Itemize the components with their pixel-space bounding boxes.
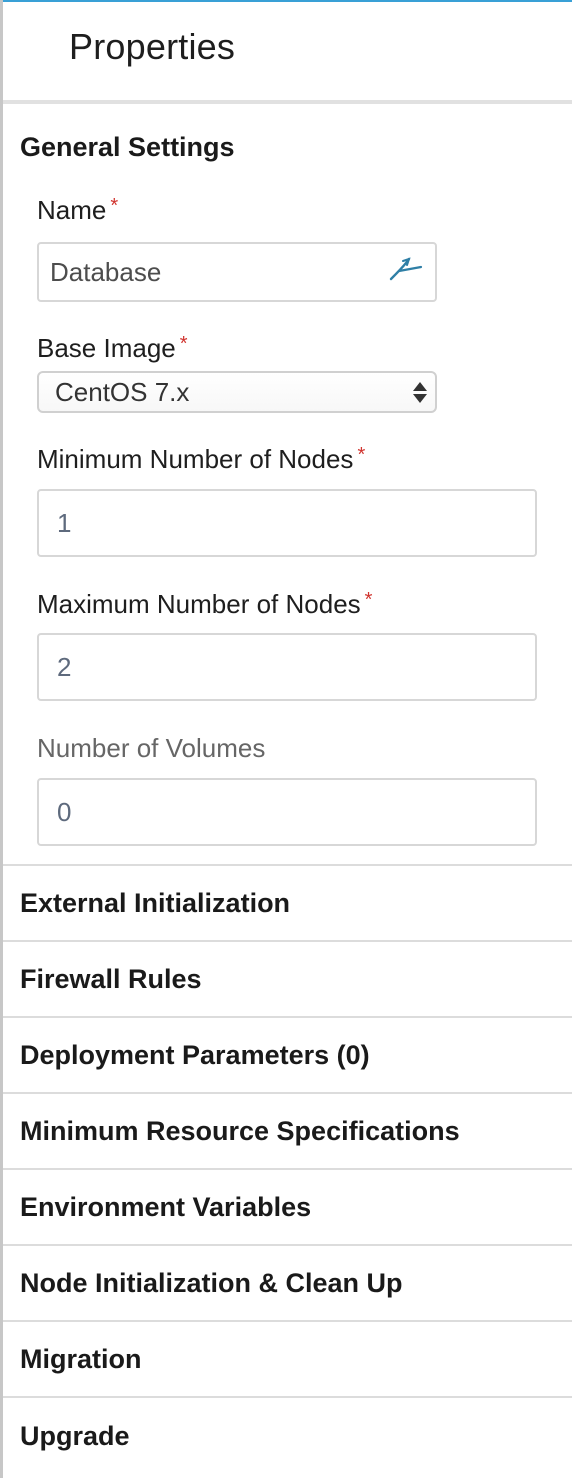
panel-title: Properties bbox=[69, 26, 236, 67]
top-accent-bar bbox=[3, 0, 572, 2]
select-arrows-icon bbox=[413, 381, 427, 403]
section-general-settings: General Settings Name * Database Base Ima… bbox=[3, 104, 572, 866]
section-upgrade[interactable]: Upgrade bbox=[3, 1398, 572, 1474]
properties-panel: Properties General Settings Name * Databa… bbox=[0, 0, 572, 1478]
section-header-environment-variables: Environment Variables bbox=[20, 1191, 312, 1222]
max-nodes-label: Maximum Number of Nodes * bbox=[37, 587, 572, 621]
volumes-input[interactable]: 0 bbox=[37, 778, 537, 846]
volumes-label: Number of Volumes bbox=[37, 731, 572, 765]
section-header-external-initialization: External Initialization bbox=[20, 887, 291, 918]
panel-header: Properties bbox=[3, 0, 572, 104]
general-settings-form: Name* Database Base Image* CentOS 7.x bbox=[3, 193, 572, 846]
section-node-initialization-clean-up[interactable]: Node Initialization & Clean Up bbox=[3, 1246, 572, 1322]
section-deployment-parameters[interactable]: Deployment Parameters (0) bbox=[3, 1018, 572, 1094]
max-nodes-input[interactable]: 2 bbox=[37, 633, 537, 701]
section-header-deployment-parameters: Deployment Parameters (0) bbox=[20, 1039, 370, 1070]
section-header-node-initialization-clean-up: Node Initialization & Clean Up bbox=[20, 1267, 403, 1298]
max-nodes-label-text: Maximum Number of Nodes bbox=[37, 589, 361, 619]
section-header-general-settings[interactable]: General Settings bbox=[3, 104, 572, 166]
section-header-migration: Migration bbox=[20, 1343, 142, 1374]
section-firewall-rules[interactable]: Firewall Rules bbox=[3, 942, 572, 1018]
name-input[interactable]: Database bbox=[37, 242, 437, 302]
section-header-minimum-resource-specifications: Minimum Resource Specifications bbox=[20, 1115, 460, 1146]
min-nodes-label-text: Minimum Number of Nodes bbox=[37, 444, 354, 474]
required-marker: * bbox=[110, 195, 119, 217]
base-image-label: Base Image * bbox=[37, 331, 572, 365]
section-header-firewall-rules: Firewall Rules bbox=[20, 963, 202, 994]
section-header-upgrade: Upgrade bbox=[20, 1420, 130, 1451]
section-migration[interactable]: Migration bbox=[3, 1322, 572, 1398]
section-external-initialization[interactable]: External Initialization bbox=[3, 866, 572, 942]
volumes-value: 0 bbox=[57, 796, 72, 827]
name-label: Name * bbox=[37, 193, 572, 227]
required-marker: * bbox=[179, 333, 188, 355]
name-label-text: Name bbox=[37, 195, 107, 225]
volumes-label-text: Number of Volumes bbox=[37, 733, 266, 763]
base-image-select[interactable]: CentOS 7.x bbox=[37, 371, 437, 413]
required-marker: * bbox=[357, 444, 366, 466]
max-nodes-value: 2 bbox=[57, 651, 72, 682]
pen-sign-icon[interactable] bbox=[387, 255, 425, 290]
required-marker: * bbox=[364, 589, 373, 611]
section-environment-variables[interactable]: Environment Variables bbox=[3, 1170, 572, 1246]
base-image-selected-value: CentOS 7.x bbox=[55, 376, 190, 407]
base-image-label-text: Base Image bbox=[37, 333, 176, 363]
min-nodes-label: Minimum Number of Nodes * bbox=[37, 442, 572, 476]
section-minimum-resource-specifications[interactable]: Minimum Resource Specifications bbox=[3, 1094, 572, 1170]
name-input-value: Database bbox=[50, 256, 162, 287]
min-nodes-input[interactable]: 1 bbox=[37, 489, 537, 557]
min-nodes-value: 1 bbox=[57, 507, 72, 538]
panel-resize-handle[interactable] bbox=[0, 24, 3, 32]
